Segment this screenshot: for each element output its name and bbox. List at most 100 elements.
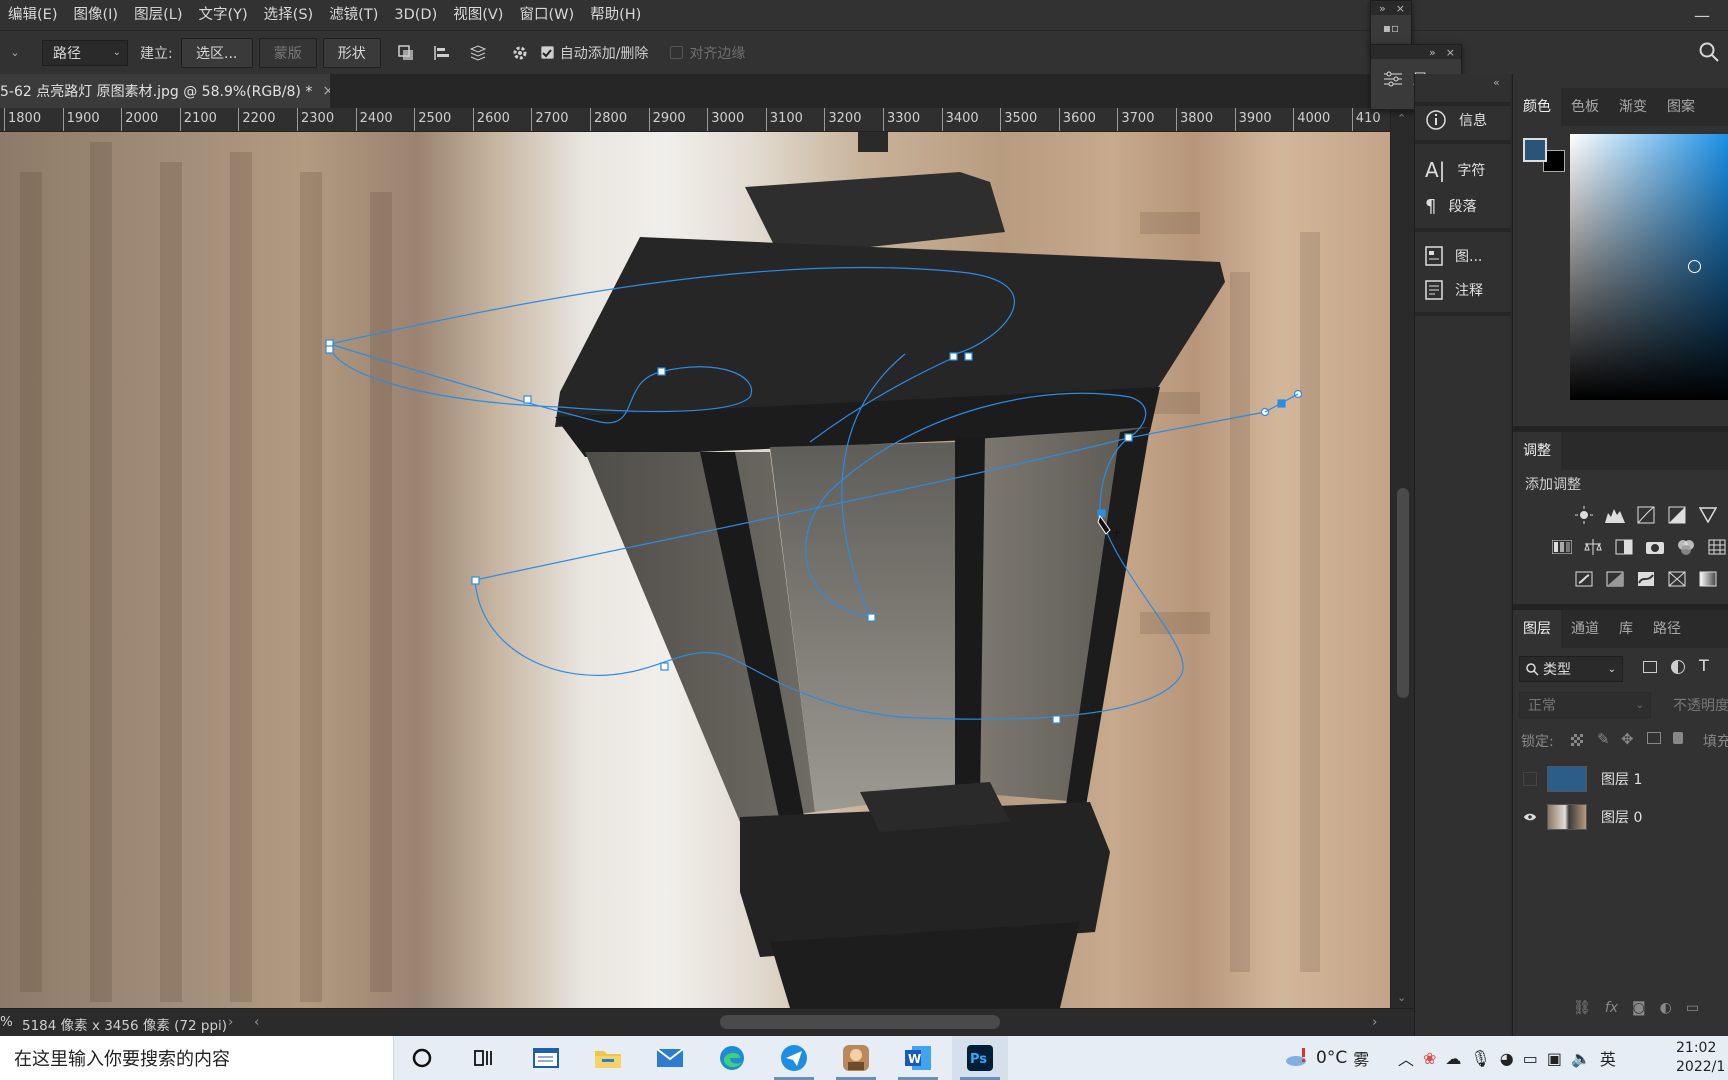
collapse-icon[interactable]: »: [1429, 46, 1436, 59]
menu-view[interactable]: 视图(V): [445, 0, 511, 30]
curves-icon[interactable]: [1635, 504, 1657, 526]
layer-row[interactable]: 图层 1: [1513, 760, 1728, 798]
align-edges-checkbox[interactable]: [670, 46, 684, 59]
make-mask-button[interactable]: 蒙版: [258, 37, 317, 68]
tab-libraries[interactable]: 库: [1609, 610, 1643, 648]
scroll-right-icon[interactable]: ›: [1372, 1014, 1377, 1030]
brightness-contrast-icon[interactable]: [1573, 504, 1595, 526]
vertical-scroll-thumb[interactable]: [1397, 488, 1409, 698]
pen-mode-select[interactable]: 路径 ⌄: [42, 39, 128, 66]
weather-widget[interactable]: 0°C 雾: [1284, 1036, 1369, 1080]
clock[interactable]: 21:02 2022/1: [1676, 1036, 1725, 1080]
taskbar-app-edge[interactable]: [704, 1036, 760, 1080]
volume-icon[interactable]: 🔈: [1571, 1049, 1591, 1068]
tab-swatches[interactable]: 色板: [1561, 88, 1609, 126]
document-tab[interactable]: 5-62 点亮路灯 原图素材.jpg @ 58.9%(RGB/8) * ×: [0, 74, 330, 108]
menu-select[interactable]: 选择(S): [256, 0, 322, 30]
menu-edit[interactable]: 编辑(E): [0, 0, 65, 30]
blend-mode-select[interactable]: 正常 ⌄: [1519, 692, 1651, 718]
make-shape-button[interactable]: 形状: [322, 37, 381, 68]
taskbar-app-image-viewer[interactable]: [828, 1036, 884, 1080]
lock-pixels-icon[interactable]: ✎: [1597, 730, 1610, 748]
menu-window[interactable]: 窗口(W): [511, 0, 582, 30]
task-view-button[interactable]: [456, 1036, 512, 1080]
foreground-color-swatch[interactable]: [1523, 138, 1547, 162]
hue-saturation-icon[interactable]: [1551, 536, 1573, 558]
microphone-icon[interactable]: 🎙: [1470, 1049, 1490, 1068]
tab-adjustments[interactable]: 调整: [1513, 432, 1561, 470]
selective-color-icon[interactable]: [1666, 568, 1688, 590]
color-lookup-icon[interactable]: [1706, 536, 1728, 558]
horizontal-ruler[interactable]: 1800 1900 2000 2100 2200 2300 2400 2500 2600 2700…: [0, 108, 1390, 132]
color-balance-icon[interactable]: [1582, 536, 1604, 558]
image-canvas[interactable]: +: [0, 132, 1390, 1008]
color-picker-field[interactable]: [1570, 134, 1728, 400]
show-hidden-icons-chevron-icon[interactable]: ︿: [1398, 1046, 1414, 1070]
panel-grip-icon[interactable]: ▪▫: [1371, 21, 1411, 35]
scroll-down-icon[interactable]: ⌄: [1397, 991, 1406, 1004]
dock-image-button[interactable]: 图...: [1415, 240, 1511, 272]
lock-all-icon[interactable]: [1673, 732, 1683, 744]
expand-dock-icon[interactable]: «: [1493, 76, 1500, 89]
exposure-icon[interactable]: [1666, 504, 1688, 526]
dock-paragraph-button[interactable]: ¶ 段落: [1415, 190, 1511, 222]
zoom-readout[interactable]: %: [0, 1014, 13, 1030]
search-icon[interactable]: [1698, 41, 1720, 67]
tab-layers[interactable]: 图层: [1513, 610, 1561, 648]
threshold-icon[interactable]: [1635, 568, 1657, 590]
filter-pixel-icon[interactable]: [1643, 661, 1657, 673]
tab-color[interactable]: 颜色: [1513, 88, 1561, 126]
input-method-indicator[interactable]: 英: [1600, 1046, 1616, 1070]
eye-icon[interactable]: [1523, 812, 1537, 822]
taskbar-app-photoshop[interactable]: Ps: [952, 1036, 1008, 1080]
qq-penguin-icon[interactable]: ◕: [1500, 1049, 1514, 1068]
tab-gradients[interactable]: 渐变: [1609, 88, 1657, 126]
close-tab-icon[interactable]: ×: [322, 83, 330, 99]
gear-icon[interactable]: [505, 38, 535, 68]
channel-mixer-icon[interactable]: [1675, 536, 1697, 558]
dock-notes-button[interactable]: 注释: [1415, 274, 1511, 306]
scroll-up-icon[interactable]: ⌃: [1397, 112, 1406, 125]
filter-type-icon[interactable]: T: [1699, 656, 1709, 675]
scroll-left-icon[interactable]: ‹: [254, 1014, 259, 1030]
tab-channels[interactable]: 通道: [1561, 610, 1609, 648]
levels-icon[interactable]: [1604, 504, 1626, 526]
posterize-icon[interactable]: [1604, 568, 1626, 590]
add-mask-icon[interactable]: ◙: [1632, 1000, 1646, 1016]
new-group-icon[interactable]: ▭: [1686, 1000, 1699, 1016]
path-operations-icon[interactable]: [391, 38, 421, 68]
auto-add-delete-checkbox[interactable]: [540, 46, 554, 59]
path-alignment-icon[interactable]: [427, 38, 457, 68]
menu-3d[interactable]: 3D(D): [386, 0, 445, 30]
layer-filter-select[interactable]: 类型 ⌄: [1519, 656, 1623, 682]
close-icon[interactable]: ×: [1396, 2, 1405, 15]
onedrive-cloud-icon[interactable]: ☁: [1445, 1049, 1461, 1068]
tab-paths[interactable]: 路径: [1643, 610, 1691, 648]
taskbar-app-file-explorer[interactable]: [580, 1036, 636, 1080]
collapse-icon[interactable]: »: [1379, 2, 1386, 15]
layer-row[interactable]: 图层 0: [1513, 798, 1728, 836]
battery-icon[interactable]: ▭: [1523, 1049, 1538, 1068]
menu-image[interactable]: 图像(I): [65, 0, 126, 30]
taskbar-app-word[interactable]: W: [890, 1036, 946, 1080]
vibrance-icon[interactable]: [1697, 504, 1719, 526]
gradient-map-icon[interactable]: [1697, 568, 1719, 590]
make-selection-button[interactable]: 选区...: [180, 37, 253, 68]
adjustment-layer-icon[interactable]: ◐: [1660, 1000, 1672, 1016]
cortana-button[interactable]: [394, 1036, 450, 1080]
vertical-scrollbar[interactable]: ⌃ ⌄: [1390, 108, 1414, 1008]
fx-icon[interactable]: fx: [1605, 1000, 1618, 1016]
taskbar-app-mail[interactable]: [642, 1036, 698, 1080]
menu-help[interactable]: 帮助(H): [582, 0, 649, 30]
lock-artboard-icon[interactable]: [1647, 732, 1661, 744]
lock-position-icon[interactable]: ✥: [1621, 730, 1634, 748]
taskbar-app-notepad[interactable]: [518, 1036, 574, 1080]
photo-filter-icon[interactable]: [1644, 536, 1666, 558]
filter-adjustment-icon[interactable]: [1671, 660, 1685, 674]
path-arrangement-icon[interactable]: [463, 38, 493, 68]
visibility-toggle-off[interactable]: [1523, 772, 1537, 786]
network-icon[interactable]: ▣: [1547, 1049, 1562, 1068]
dock-character-button[interactable]: A| 字符: [1415, 154, 1511, 186]
tray-app-red-icon[interactable]: ❀: [1423, 1049, 1436, 1068]
menu-filter[interactable]: 滤镜(T): [321, 0, 386, 30]
